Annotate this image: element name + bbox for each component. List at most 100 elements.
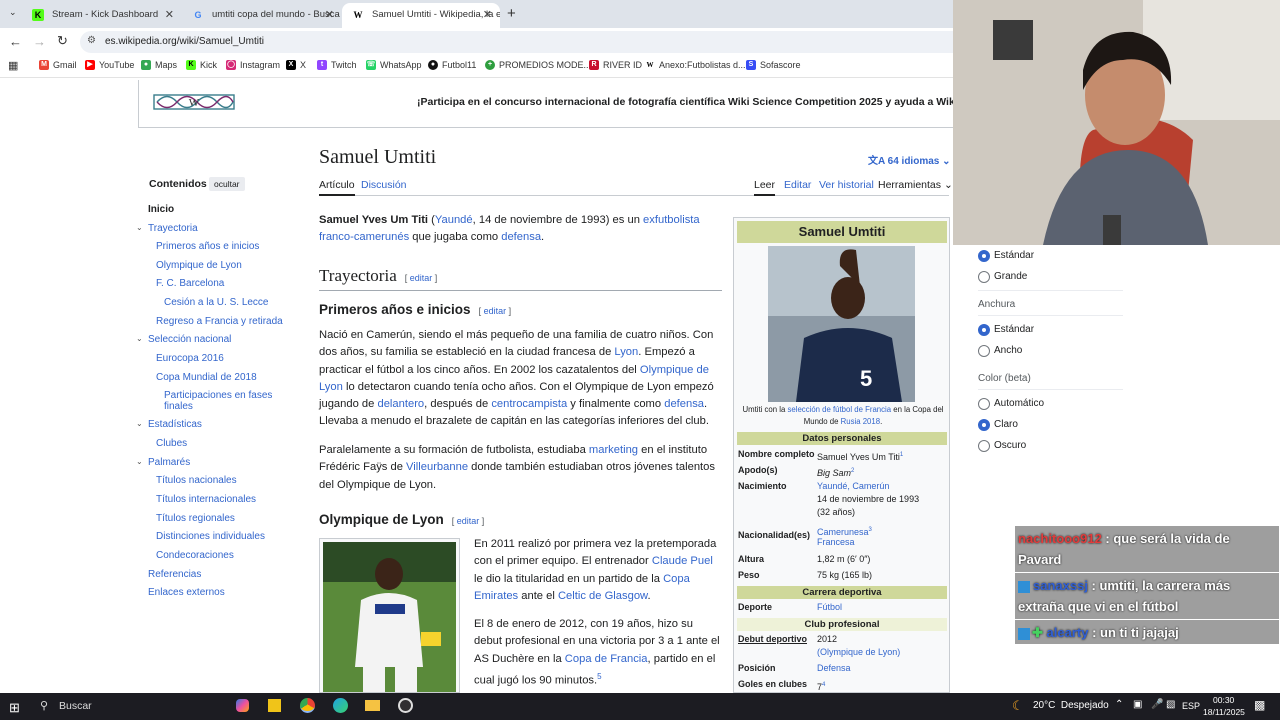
edit-section-link[interactable]: [ editar ] (405, 273, 438, 283)
link-claude-puel[interactable]: Claude Puel (652, 555, 713, 567)
toc-item-clubes[interactable]: Clubes (156, 438, 187, 449)
toc-item-regreso[interactable]: Regreso a Francia y retirada (156, 316, 283, 327)
tools-menu[interactable]: Herramientas ⌄ (878, 179, 953, 191)
edit-section-link[interactable]: [ editar ] (452, 516, 485, 526)
toc-item-titulos-nacionales[interactable]: Títulos nacionales (156, 475, 237, 486)
tray-chevron-icon[interactable]: ⌃ (1115, 699, 1123, 710)
network-icon[interactable]: ▧ (1166, 699, 1175, 710)
link-futbol[interactable]: Fútbol (817, 602, 842, 612)
width-wide-radio[interactable] (978, 345, 990, 357)
bookmark-gmail[interactable]: M Gmail (39, 60, 77, 70)
link-rusia-2018[interactable]: Rusia 2018 (841, 417, 880, 426)
tab-history[interactable]: Ver historial (819, 179, 874, 191)
tab-read[interactable]: Leer (754, 179, 776, 196)
link-delantero[interactable]: delantero (377, 398, 424, 410)
toc-item-titulos-regionales[interactable]: Títulos regionales (156, 513, 235, 524)
weather-text[interactable]: 20°C Despejado (1033, 700, 1109, 711)
width-standard-radio[interactable] (978, 324, 990, 336)
link-debut-deportivo[interactable]: Debut deportivo (738, 634, 807, 644)
bookmark-river-id[interactable]: R RIVER ID (589, 60, 642, 70)
toc-item-condecoraciones[interactable]: Condecoraciones (156, 550, 234, 561)
color-light-radio[interactable] (978, 419, 990, 431)
toc-item-referencias[interactable]: Referencias (148, 569, 201, 580)
text-size-large-radio[interactable] (978, 271, 990, 283)
link-francesa[interactable]: Francesa (817, 537, 855, 547)
close-tab-icon[interactable]: ✕ (325, 8, 334, 21)
link-copa-francia[interactable]: Copa de Francia (565, 653, 648, 665)
toc-item-trayectoria[interactable]: ⌄ Trayectoria (136, 223, 198, 234)
edge-icon[interactable] (333, 698, 348, 713)
link-camerunesa[interactable]: Camerunesa (817, 527, 869, 537)
olympique-thumbnail[interactable] (319, 538, 460, 693)
toc-item-barcelona[interactable]: F. C. Barcelona (156, 278, 224, 289)
tray-apps-icon[interactable]: ▣ (1133, 699, 1142, 710)
bookmark-instagram[interactable]: ◯ Instagram (226, 60, 280, 70)
link-lyon[interactable]: Lyon (614, 346, 638, 358)
site-info-icon[interactable]: ⚙ (87, 35, 96, 46)
clock-date[interactable]: 18/11/2025 (1203, 707, 1245, 717)
bookmark-sofascore[interactable]: S Sofascore (746, 60, 801, 70)
store-icon[interactable] (268, 699, 281, 712)
close-tab-icon[interactable]: ✕ (165, 8, 174, 21)
tab-discussion[interactable]: Discusión (361, 179, 407, 191)
collapse-caret-icon[interactable]: ⌄ (136, 457, 143, 466)
infobox-player-photo[interactable]: 5 (768, 246, 915, 402)
new-tab-icon[interactable]: + (507, 5, 516, 22)
reference-link[interactable]: 1 (900, 452, 903, 458)
tab-list-chevron-icon[interactable]: ⌄ (9, 7, 17, 18)
tab-edit[interactable]: Editar (784, 179, 811, 191)
copilot-icon[interactable] (236, 699, 249, 712)
bookmark-x[interactable]: XX (286, 60, 306, 70)
address-bar[interactable]: ⚙ es.wikipedia.org/wiki/Samuel_Umtiti (80, 31, 953, 53)
link-marketing[interactable]: marketing (589, 444, 638, 456)
bookmark-promedios[interactable]: + PROMEDIOS MODE... (485, 60, 591, 70)
link-defensa[interactable]: defensa (501, 231, 541, 243)
toc-item-seleccion[interactable]: ⌄ Selección nacional (136, 334, 231, 345)
bookmark-futbol11[interactable]: ● Futbol11 (428, 60, 476, 70)
link-defensa[interactable]: defensa (664, 398, 704, 410)
language-button[interactable]: 文A 64 idiomas ⌄ (868, 152, 951, 167)
text-size-standard-radio[interactable] (978, 250, 990, 262)
back-arrow-icon[interactable]: ← (9, 34, 22, 49)
bookmark-twitch[interactable]: t Twitch (317, 60, 357, 70)
reference-link[interactable]: 3 (869, 527, 872, 533)
chrome-taskbar-icon[interactable] (300, 698, 315, 713)
toc-item-olympique[interactable]: Olympique de Lyon (156, 260, 242, 271)
link-yaunde[interactable]: Yaundé (435, 214, 473, 226)
toc-item-titulos-internacionales[interactable]: Títulos internacionales (156, 494, 256, 505)
edit-label[interactable]: editar (410, 273, 433, 283)
reference-link[interactable]: 2 (851, 468, 854, 474)
toc-item-participaciones[interactable]: Participaciones en fases finales (164, 390, 274, 412)
toc-item-eurocopa[interactable]: Eurocopa 2016 (156, 353, 224, 364)
toc-item-estadisticas[interactable]: ⌄ Estadísticas (136, 419, 202, 430)
toc-item-inicio[interactable]: Inicio (148, 204, 174, 215)
taskbar-search[interactable]: ⚲ Buscar (36, 696, 226, 717)
language-indicator[interactable]: ESP (1182, 701, 1200, 711)
edit-label[interactable]: editar (457, 516, 480, 526)
collapse-caret-icon[interactable]: ⌄ (136, 223, 143, 232)
bookmark-anexo[interactable]: W Anexo:Futbolistas d... (645, 60, 746, 70)
tab-google-search[interactable]: G umtiti copa del mundo - Busca ✕ (182, 3, 342, 28)
bookmark-whatsapp[interactable]: ☏ WhatsApp (366, 60, 422, 70)
tab-kick-dashboard[interactable]: K Stream - Kick Dashboard ✕ (22, 3, 182, 28)
link-celtic[interactable]: Celtic de Glasgow (558, 590, 648, 602)
obs-icon[interactable] (398, 698, 413, 713)
collapse-caret-icon[interactable]: ⌄ (136, 419, 143, 428)
color-auto-radio[interactable] (978, 398, 990, 410)
reference-link[interactable]: 4 (822, 682, 825, 688)
apps-grid-icon[interactable]: ▦ (8, 59, 18, 72)
reload-icon[interactable]: ↻ (57, 33, 68, 49)
notifications-icon[interactable]: ▩ (1254, 698, 1265, 712)
link-yaunde-camerun[interactable]: Yaundé, Camerún (817, 481, 889, 491)
toc-item-enlaces[interactable]: Enlaces externos (148, 587, 225, 598)
toc-item-lecce[interactable]: Cesión a la U. S. Lecce (164, 297, 269, 308)
toc-item-palmares[interactable]: ⌄ Palmarés (136, 457, 190, 468)
toc-item-copa-mundial[interactable]: Copa Mundial de 2018 (156, 372, 257, 383)
edit-section-link[interactable]: [ editar ] (479, 306, 512, 316)
close-tab-icon[interactable]: ✕ (483, 8, 492, 21)
link-defensa[interactable]: Defensa (817, 663, 851, 673)
link-centrocampista[interactable]: centrocampista (491, 398, 567, 410)
toc-item-distinciones[interactable]: Distinciones individuales (156, 531, 265, 542)
banner-text[interactable]: ¡Participa en el concurso internacional … (417, 96, 954, 108)
bookmark-youtube[interactable]: ▶ YouTube (85, 60, 134, 70)
